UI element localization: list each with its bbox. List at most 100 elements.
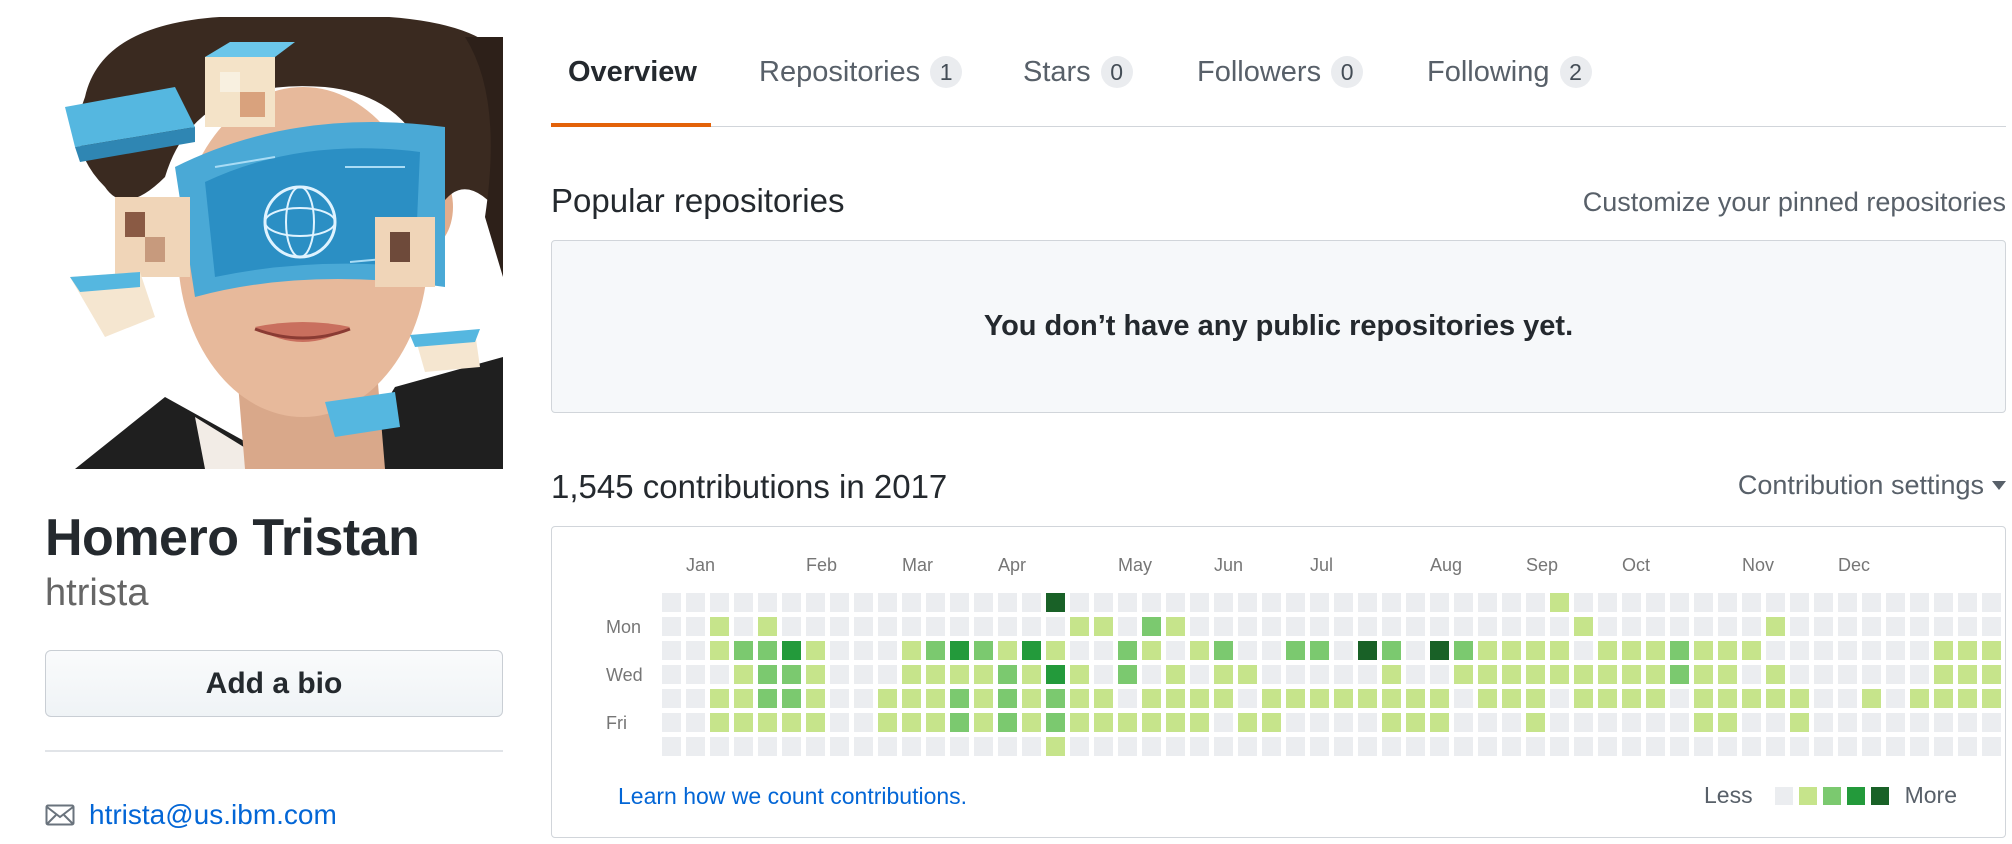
contribution-day[interactable] [686,617,705,636]
contribution-day[interactable] [1886,641,1905,660]
contribution-day[interactable] [1598,737,1617,756]
contribution-day[interactable] [662,689,681,708]
contribution-day[interactable] [1694,641,1713,660]
contribution-day[interactable] [1598,689,1617,708]
contribution-day[interactable] [878,593,897,612]
contribution-day[interactable] [1526,641,1545,660]
contribution-day[interactable] [782,665,801,684]
contribution-day[interactable] [1790,713,1809,732]
contribution-day[interactable] [1646,737,1665,756]
contribution-day[interactable] [1574,593,1593,612]
contribution-day[interactable] [830,641,849,660]
contribution-day[interactable] [1694,665,1713,684]
contribution-day[interactable] [1502,737,1521,756]
add-bio-button[interactable]: Add a bio [45,650,503,717]
contribution-day[interactable] [1622,641,1641,660]
contribution-day[interactable] [1406,641,1425,660]
contribution-day[interactable] [1694,689,1713,708]
contribution-day[interactable] [1814,617,1833,636]
contribution-day[interactable] [662,713,681,732]
contribution-day[interactable] [1862,713,1881,732]
contribution-day[interactable] [1718,593,1737,612]
contribution-day[interactable] [1574,737,1593,756]
contribution-day[interactable] [950,617,969,636]
contribution-day[interactable] [1742,689,1761,708]
contribution-day[interactable] [1262,665,1281,684]
contribution-day[interactable] [1814,593,1833,612]
contribution-day[interactable] [1982,641,2001,660]
contribution-day[interactable] [1022,641,1041,660]
contribution-day[interactable] [830,737,849,756]
contribution-day[interactable] [1886,665,1905,684]
contribution-day[interactable] [998,617,1017,636]
contribution-day[interactable] [926,617,945,636]
contribution-day[interactable] [1310,593,1329,612]
contribution-day[interactable] [854,641,873,660]
contribution-day[interactable] [1502,665,1521,684]
contribution-day[interactable] [806,737,825,756]
contribution-day[interactable] [1358,641,1377,660]
contribution-day[interactable] [974,713,993,732]
contribution-day[interactable] [902,713,921,732]
contribution-day[interactable] [1646,713,1665,732]
contribution-day[interactable] [1022,737,1041,756]
contribution-day[interactable] [1286,641,1305,660]
contribution-day[interactable] [1814,665,1833,684]
contribution-day[interactable] [1982,593,2001,612]
contribution-day[interactable] [1238,617,1257,636]
contribution-day[interactable] [662,641,681,660]
contribution-day[interactable] [758,617,777,636]
contribution-day[interactable] [1142,689,1161,708]
contribution-day[interactable] [1646,665,1665,684]
contribution-day[interactable] [1310,737,1329,756]
contribution-day[interactable] [1814,641,1833,660]
contribution-day[interactable] [734,713,753,732]
contribution-day[interactable] [1934,593,1953,612]
contribution-day[interactable] [1958,593,1977,612]
contribution-day[interactable] [1430,617,1449,636]
contribution-day[interactable] [1718,665,1737,684]
contribution-day[interactable] [1574,641,1593,660]
contribution-day[interactable] [1214,689,1233,708]
contribution-day[interactable] [1022,689,1041,708]
contribution-day[interactable] [1694,593,1713,612]
contribution-day[interactable] [1166,665,1185,684]
contribution-day[interactable] [1310,713,1329,732]
contribution-day[interactable] [806,617,825,636]
contribution-day[interactable] [998,713,1017,732]
contribution-day[interactable] [1118,665,1137,684]
contribution-day[interactable] [1142,641,1161,660]
contribution-day[interactable] [1478,593,1497,612]
contribution-day[interactable] [782,713,801,732]
contribution-day[interactable] [1622,617,1641,636]
contribution-day[interactable] [974,617,993,636]
contribution-day[interactable] [1598,665,1617,684]
contribution-day[interactable] [806,665,825,684]
contribution-day[interactable] [1646,641,1665,660]
contribution-day[interactable] [1862,593,1881,612]
avatar[interactable] [45,17,503,469]
contribution-day[interactable] [1214,593,1233,612]
contribution-day[interactable] [1670,689,1689,708]
contribution-day[interactable] [1862,617,1881,636]
contribution-day[interactable] [1886,593,1905,612]
contribution-day[interactable] [854,713,873,732]
contribution-day[interactable] [1190,617,1209,636]
contribution-day[interactable] [878,689,897,708]
contribution-day[interactable] [1262,641,1281,660]
contribution-day[interactable] [1742,737,1761,756]
contribution-day[interactable] [1046,689,1065,708]
contribution-day[interactable] [758,593,777,612]
contribution-day[interactable] [1118,641,1137,660]
contribution-day[interactable] [1862,641,1881,660]
contribution-day[interactable] [1550,713,1569,732]
contribution-day[interactable] [950,737,969,756]
contribution-day[interactable] [1790,689,1809,708]
tab-overview[interactable]: Overview [568,52,697,92]
contribution-day[interactable] [1670,713,1689,732]
contribution-day[interactable] [1622,713,1641,732]
contribution-day[interactable] [1238,593,1257,612]
contribution-day[interactable] [1910,665,1929,684]
contribution-day[interactable] [1526,713,1545,732]
contribution-day[interactable] [1982,713,2001,732]
